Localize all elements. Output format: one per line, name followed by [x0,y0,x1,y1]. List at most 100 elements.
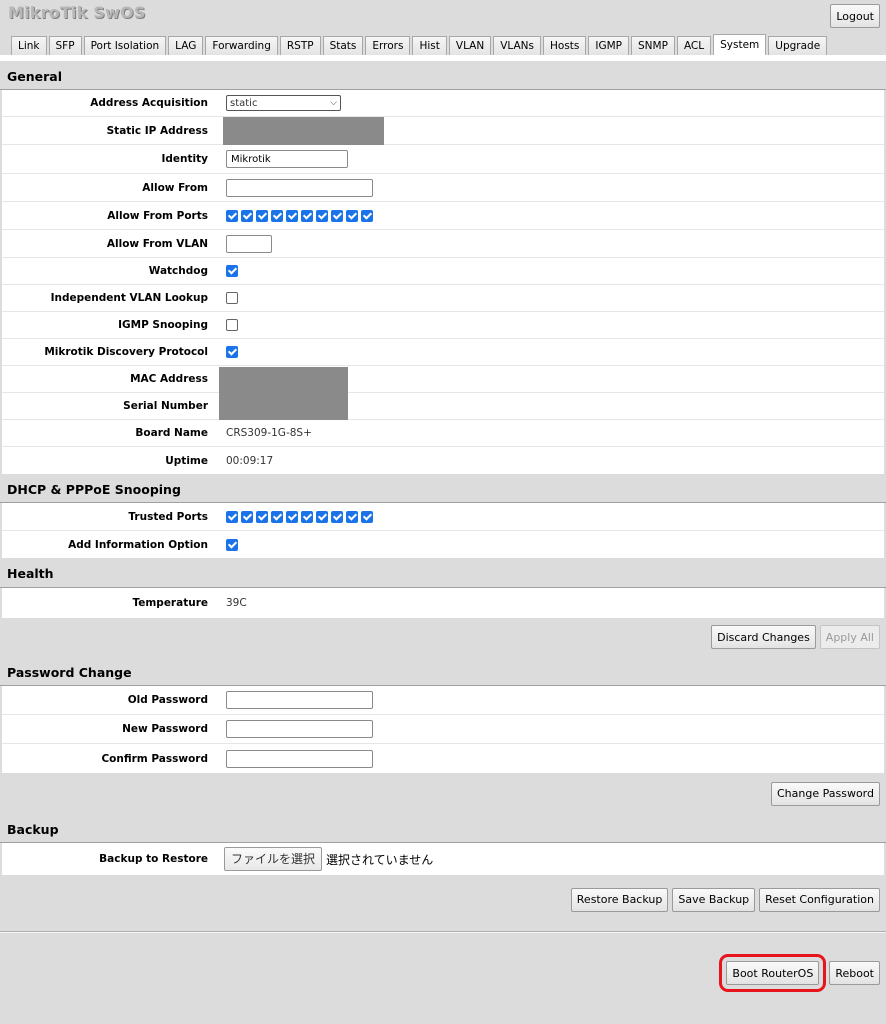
restore-backup-button[interactable]: Restore Backup [570,887,669,912]
confirm-password-label: Confirm Password [101,752,208,765]
tab-link[interactable]: Link [11,36,47,56]
change-password-button[interactable]: Change Password [771,781,880,806]
save-backup-button[interactable]: Save Backup [672,887,756,912]
password-rows: Old Password New Password Confirm Passwo… [2,686,884,773]
trusted-port-checkbox-9[interactable] [346,510,358,523]
allow-from-vlan-label: Allow From VLAN [106,237,208,250]
address-acquisition-label: Address Acquisition [90,97,208,109]
section-dhcp-title: DHCP & PPPoE Snooping [0,474,886,503]
allow-from-port-checkbox-2[interactable] [241,209,253,222]
row-confirm-password: Confirm Password [2,744,884,773]
allow-from-ports-checkboxes [208,209,376,222]
boot-routeros-button[interactable]: Boot RouterOS [719,954,827,992]
temperature-label: Temperature [132,597,208,609]
trusted-port-checkbox-5[interactable] [286,510,298,523]
discard-changes-button[interactable]: Discard Changes [711,625,816,649]
mac-serial-group: MAC Address Serial Number [2,366,884,420]
tab-hist[interactable]: Hist [412,36,447,56]
allow-from-port-checkbox-9[interactable] [346,209,358,222]
row-uptime: Uptime 00:09:17 [2,447,884,474]
tab-vlan[interactable]: VLAN [448,36,492,56]
identity-input[interactable] [226,150,348,168]
tab-igmp[interactable]: IGMP [588,36,630,56]
row-old-password: Old Password [2,686,884,715]
mikrotik-discovery-checkbox[interactable] [226,346,238,358]
tab-hosts[interactable]: Hosts [543,36,587,56]
allow-from-input[interactable] [226,178,373,197]
footer-bar: Boot RouterOS Reboot [0,933,886,993]
tab-stats[interactable]: Stats [322,36,364,56]
allow-from-port-checkbox-1[interactable] [226,209,238,222]
add-information-label: Add Information Option [68,538,208,551]
apply-all-button[interactable]: Apply All [819,625,880,649]
tab-forwarding[interactable]: Forwarding [205,36,278,56]
choose-file-button[interactable]: ファイルを選択 [224,847,323,871]
trusted-ports-checkboxes [208,510,376,523]
section-backup-title: Backup [0,813,886,843]
watchdog-label: Watchdog [148,265,208,277]
new-password-input[interactable] [226,720,373,738]
serial-number-label: Serial Number [123,400,208,412]
tab-upgrade[interactable]: Upgrade [768,36,828,56]
trusted-port-checkbox-1[interactable] [226,510,238,523]
row-new-password: New Password [2,715,884,744]
system-panel: General Address Acquisition static ⌵ Sta… [0,55,886,1000]
independent-vlan-label: Independent VLAN Lookup [50,292,208,304]
trusted-port-checkbox-10[interactable] [361,510,373,523]
row-trusted-ports: Trusted Ports [2,503,884,531]
app-title: MikroTik SwOS [8,3,146,22]
trusted-port-checkbox-6[interactable] [301,510,313,523]
row-temperature: Temperature 39C [2,588,884,618]
tab-system[interactable]: System [713,34,767,56]
trusted-port-checkbox-8[interactable] [331,510,343,523]
uptime-label: Uptime [165,454,208,467]
allow-from-port-checkbox-5[interactable] [286,209,298,222]
allow-from-port-checkbox-6[interactable] [301,209,313,222]
tab-errors[interactable]: Errors [365,36,411,56]
trusted-port-checkbox-4[interactable] [271,510,283,523]
tab-snmp[interactable]: SNMP [631,36,675,56]
address-acquisition-select[interactable]: static ⌵ [226,95,341,111]
allow-from-port-checkbox-10[interactable] [361,209,373,222]
tab-sfp[interactable]: SFP [48,36,82,56]
reset-configuration-button[interactable]: Reset Configuration [759,887,880,912]
backup-restore-label: Backup to Restore [99,853,208,865]
allow-from-port-checkbox-3[interactable] [256,209,268,222]
row-independent-vlan: Independent VLAN Lookup [2,285,884,312]
file-status-text: 選択されていません [326,852,434,867]
independent-vlan-checkbox[interactable] [226,292,238,304]
address-acquisition-value: static [230,97,258,109]
tab-vlans[interactable]: VLANs [493,36,541,56]
allow-from-port-checkbox-4[interactable] [271,209,283,222]
backup-rows: Backup to Restore ファイルを選択 選択されていません [2,843,884,875]
allow-from-vlan-input[interactable] [226,234,272,253]
allow-from-port-checkbox-7[interactable] [316,209,328,222]
new-password-label: New Password [122,723,208,735]
reboot-button[interactable]: Reboot [829,961,880,985]
allow-from-ports-label: Allow From Ports [107,209,208,222]
add-information-checkbox[interactable] [226,538,238,551]
allow-from-port-checkbox-8[interactable] [331,209,343,222]
watchdog-checkbox[interactable] [226,265,238,277]
section-password-title: Password Change [0,654,886,686]
tab-lag[interactable]: LAG [168,36,204,56]
trusted-ports-label: Trusted Ports [128,510,208,523]
identity-label: Identity [161,153,208,165]
uptime-value: 00:09:17 [226,454,274,467]
static-ip-label: Static IP Address [106,124,208,137]
igmp-snooping-checkbox[interactable] [226,319,238,331]
confirm-password-input[interactable] [226,749,373,768]
row-board-name: Board Name CRS309-1G-8S+ [2,420,884,447]
tab-acl[interactable]: ACL [676,36,712,56]
apply-bar: Discard Changes Apply All [0,618,886,654]
row-identity: Identity [2,145,884,174]
trusted-port-checkbox-3[interactable] [256,510,268,523]
old-password-input[interactable] [226,691,373,709]
tab-port-isolation[interactable]: Port Isolation [83,36,167,56]
trusted-port-checkbox-2[interactable] [241,510,253,523]
logout-button[interactable]: Logout [830,4,880,28]
row-mac-address: MAC Address [2,366,884,393]
trusted-port-checkbox-7[interactable] [316,510,328,523]
row-address-acquisition: Address Acquisition static ⌵ [2,90,884,117]
tab-rstp[interactable]: RSTP [279,36,321,56]
